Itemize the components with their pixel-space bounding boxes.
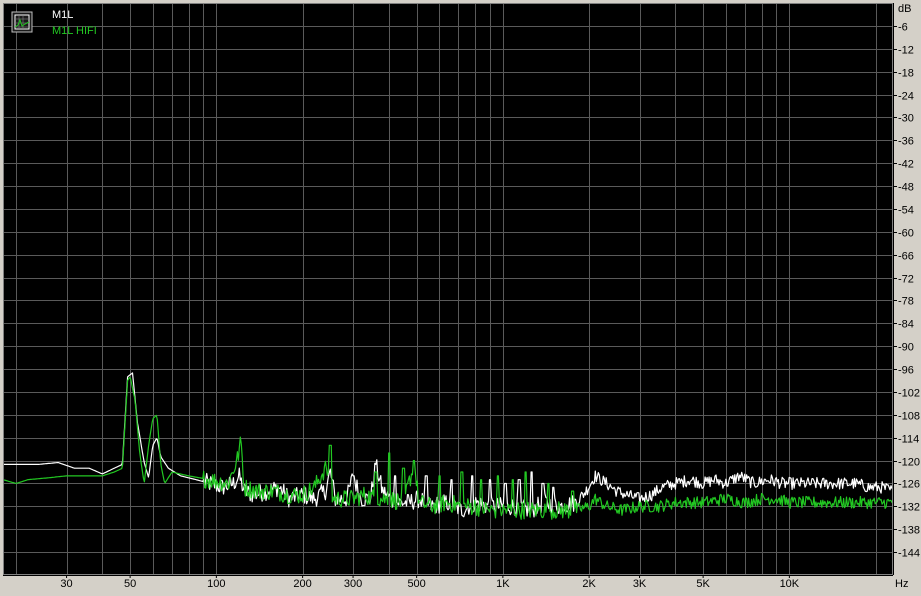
y-tick-label: -114 bbox=[898, 434, 919, 446]
plot-area bbox=[3, 3, 893, 575]
x-tick-label: 2K bbox=[582, 578, 596, 590]
x-tick-label: 30 bbox=[60, 578, 72, 590]
chart-icon[interactable] bbox=[12, 12, 32, 32]
x-tick-label: 10K bbox=[780, 578, 800, 590]
y-tick-label: -48 bbox=[898, 182, 914, 194]
spectrum-chart: -6 -12 -18 -24 -30 -36 -42 -48 -54 -60 -66 -72 -78 -8… bbox=[0, 0, 921, 591]
y-tick-label: -66 bbox=[898, 251, 914, 263]
y-tick-label: -102 bbox=[898, 388, 920, 400]
legend-item-m1l-hifi: M1L HIFI bbox=[52, 25, 97, 37]
legend-item-m1l: M1L bbox=[52, 9, 73, 21]
x-unit-label: Hz bbox=[895, 578, 908, 590]
y-tick-label: -60 bbox=[898, 228, 914, 240]
y-tick-label: -126 bbox=[898, 479, 920, 491]
y-tick-label: -42 bbox=[898, 159, 914, 171]
y-tick-label: -96 bbox=[898, 365, 914, 377]
y-tick-label: -54 bbox=[898, 205, 914, 217]
y-tick-label: -120 bbox=[898, 457, 920, 469]
x-tick-label: 500 bbox=[407, 578, 425, 590]
y-tick-label: -6 bbox=[898, 22, 908, 34]
y-tick-label: -72 bbox=[898, 274, 914, 286]
y-tick-label: -12 bbox=[898, 45, 914, 57]
chart-canvas: -6 -12 -18 -24 -30 -36 -42 -48 -54 -60 -66 -72 -78 -8… bbox=[0, 0, 921, 591]
x-tick-label: 50 bbox=[124, 578, 136, 590]
y-tick-label: -132 bbox=[898, 502, 920, 514]
y-tick-label: -18 bbox=[898, 68, 914, 80]
y-tick-label: -90 bbox=[898, 342, 914, 354]
y-tick-label: -24 bbox=[898, 91, 914, 103]
x-tick-label: 1K bbox=[496, 578, 510, 590]
y-tick-label: -144 bbox=[898, 548, 920, 560]
x-tick-label: 3K bbox=[633, 578, 647, 590]
y-tick-label: -30 bbox=[898, 113, 914, 125]
x-tick-label: 100 bbox=[207, 578, 225, 590]
y-tick-label: -108 bbox=[898, 411, 920, 423]
y-tick-label: -84 bbox=[898, 319, 914, 331]
y-unit-label: dB bbox=[898, 3, 911, 15]
x-tick-label: 300 bbox=[344, 578, 362, 590]
y-tick-label: -138 bbox=[898, 525, 920, 537]
x-tick-label: 5K bbox=[696, 578, 710, 590]
x-tick-label: 200 bbox=[293, 578, 311, 590]
y-tick-label: -36 bbox=[898, 136, 914, 148]
y-tick-label: -78 bbox=[898, 296, 914, 308]
